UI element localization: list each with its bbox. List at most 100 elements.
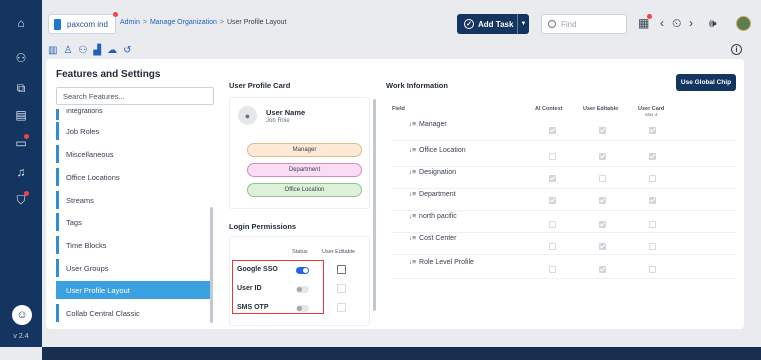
- sort-icon[interactable]: ↓≡: [409, 259, 416, 266]
- ai-context-checkbox[interactable]: [549, 221, 556, 228]
- chat-icon[interactable]: ▭: [11, 133, 31, 153]
- job-role-label: Job Role: [266, 118, 290, 124]
- user-card-checkbox[interactable]: [649, 266, 656, 273]
- org-icon[interactable]: ⧉: [11, 78, 31, 98]
- list-item[interactable]: Tags: [56, 213, 206, 231]
- sort-icon[interactable]: ↓≡: [409, 235, 416, 242]
- office-location-chip: Office Location: [247, 183, 362, 197]
- users-icon[interactable]: ⚇: [11, 48, 31, 68]
- user-id-editable-checkbox[interactable]: [337, 284, 346, 293]
- calendar-icon[interactable]: ▦: [638, 14, 653, 30]
- breadcrumb-admin[interactable]: Admin: [120, 19, 140, 26]
- add-task-button[interactable]: ✓ Add Task ▼: [457, 14, 529, 34]
- org-switcher[interactable]: paxcom ind: [48, 12, 118, 34]
- search-input[interactable]: Find: [541, 14, 627, 34]
- list-item[interactable]: Time Blocks: [56, 236, 206, 254]
- chevron-left-icon[interactable]: ‹: [660, 16, 664, 30]
- version-label: v 2.4: [13, 333, 29, 340]
- list-item[interactable]: Integrations: [56, 109, 206, 120]
- chart-icon[interactable]: ▟: [93, 45, 101, 57]
- list-item[interactable]: Collab Central Classic: [56, 304, 206, 322]
- list-item[interactable]: User Groups: [56, 259, 206, 277]
- status-header: Status: [292, 249, 308, 255]
- ai-context-checkbox[interactable]: [549, 153, 556, 160]
- ai-context-checkbox[interactable]: [549, 127, 556, 134]
- use-global-chip-button[interactable]: Use Global Chip: [676, 74, 736, 91]
- bottom-bar: [42, 347, 761, 360]
- breadcrumb-manage-organization[interactable]: Manage Organization: [150, 19, 217, 26]
- user-editable-checkbox[interactable]: [599, 221, 606, 228]
- table-row: ↓≡ Office Location: [392, 145, 736, 167]
- login-permissions-title: Login Permissions: [229, 222, 297, 231]
- google-sso-editable-checkbox[interactable]: [337, 265, 346, 274]
- user-editable-header: User Editable: [322, 249, 356, 255]
- sort-icon[interactable]: ↓≡: [409, 169, 416, 176]
- user-card-checkbox[interactable]: [649, 175, 656, 182]
- user-editable-checkbox[interactable]: [599, 175, 606, 182]
- bell-icon[interactable]: ♫: [11, 162, 31, 182]
- list-item[interactable]: Streams: [56, 191, 206, 209]
- profile-card-title: User Profile Card: [229, 81, 291, 90]
- ai-context-checkbox[interactable]: [549, 243, 556, 250]
- history-icon[interactable]: ↺: [123, 45, 131, 57]
- table-row: ↓≡ Designation: [392, 167, 736, 189]
- user-card-checkbox[interactable]: [649, 127, 656, 134]
- user-card-checkbox[interactable]: [649, 243, 656, 250]
- list-item[interactable]: Miscellaneous: [56, 145, 206, 163]
- user-editable-checkbox[interactable]: [599, 197, 606, 204]
- top-bar: paxcom ind Admin > Manage Organization > Use…: [42, 6, 761, 42]
- feature-toolbar: ▥ ♙ ⚇ ▟ ☁ ↺: [48, 45, 131, 57]
- breadcrumb: Admin > Manage Organization > User Profile L…: [120, 19, 287, 26]
- middle-scrollbar[interactable]: [373, 99, 376, 311]
- user-editable-checkbox[interactable]: [599, 243, 606, 250]
- chevron-down-icon[interactable]: ▼: [517, 14, 529, 34]
- features-scrollbar[interactable]: [210, 207, 213, 323]
- ai-context-header: AI Context: [535, 106, 563, 112]
- notification-dot: [112, 12, 118, 17]
- list-item[interactable]: Office Locations: [56, 168, 206, 186]
- field-header: Field: [392, 106, 405, 112]
- sort-icon[interactable]: ↓≡: [409, 121, 416, 128]
- assistant-bot-icon[interactable]: ☺: [12, 305, 32, 325]
- user-icon[interactable]: ♙: [63, 45, 72, 57]
- left-rail: ⌂ ⚇ ⧉ ▤ ▭ ♫ ⛉ ☺ v 2.4: [0, 0, 42, 347]
- document-icon[interactable]: ▤: [11, 105, 31, 125]
- sort-icon[interactable]: ↓≡: [409, 147, 416, 154]
- user-card-header: User Card Max 4: [638, 106, 665, 117]
- user-card-checkbox[interactable]: [649, 221, 656, 228]
- user-card-checkbox[interactable]: [649, 153, 656, 160]
- home-icon[interactable]: ⌂: [11, 13, 31, 33]
- info-icon[interactable]: i: [731, 44, 742, 55]
- org-logo-icon: [54, 18, 61, 30]
- sort-icon[interactable]: ↓≡: [409, 213, 416, 220]
- ai-context-checkbox[interactable]: [549, 266, 556, 273]
- sms-otp-editable-checkbox[interactable]: [337, 303, 346, 312]
- table-row: ↓≡ north pacific: [392, 211, 736, 233]
- user-avatar[interactable]: [736, 16, 751, 31]
- org-chart-icon[interactable]: ▥: [48, 45, 57, 57]
- work-info-title: Work Information: [386, 81, 448, 90]
- features-title: Features and Settings: [56, 69, 161, 80]
- main-card: Features and Settings Search Features...…: [46, 59, 744, 329]
- user-editable-checkbox[interactable]: [599, 127, 606, 134]
- org-name: paxcom ind: [67, 19, 108, 29]
- app-root: ⌂ ⚇ ⧉ ▤ ▭ ♫ ⛉ ☺ v 2.4 paxcom ind Admin > M…: [0, 0, 761, 360]
- sort-icon[interactable]: ↓≡: [409, 191, 416, 198]
- user-avatar-icon: ●: [238, 106, 257, 125]
- timer-icon[interactable]: ⏲: [672, 16, 681, 31]
- user-card-checkbox[interactable]: [649, 197, 656, 204]
- features-search-input[interactable]: Search Features...: [56, 87, 214, 105]
- user-editable-checkbox[interactable]: [599, 266, 606, 273]
- ai-context-checkbox[interactable]: [549, 197, 556, 204]
- shield-icon[interactable]: ⛉: [11, 190, 31, 210]
- cloud-icon[interactable]: ☁: [107, 45, 117, 57]
- ai-context-checkbox[interactable]: [549, 175, 556, 182]
- user-editable-checkbox[interactable]: [599, 153, 606, 160]
- speaker-icon[interactable]: 🕪: [709, 16, 717, 31]
- list-item-active[interactable]: User Profile Layout: [56, 281, 212, 299]
- chevron-right-icon[interactable]: ›: [689, 16, 693, 30]
- department-chip: Department: [247, 163, 362, 177]
- users-group-icon[interactable]: ⚇: [78, 45, 87, 57]
- table-row: ↓≡ Manager: [392, 119, 736, 141]
- list-item[interactable]: Job Roles: [56, 122, 206, 140]
